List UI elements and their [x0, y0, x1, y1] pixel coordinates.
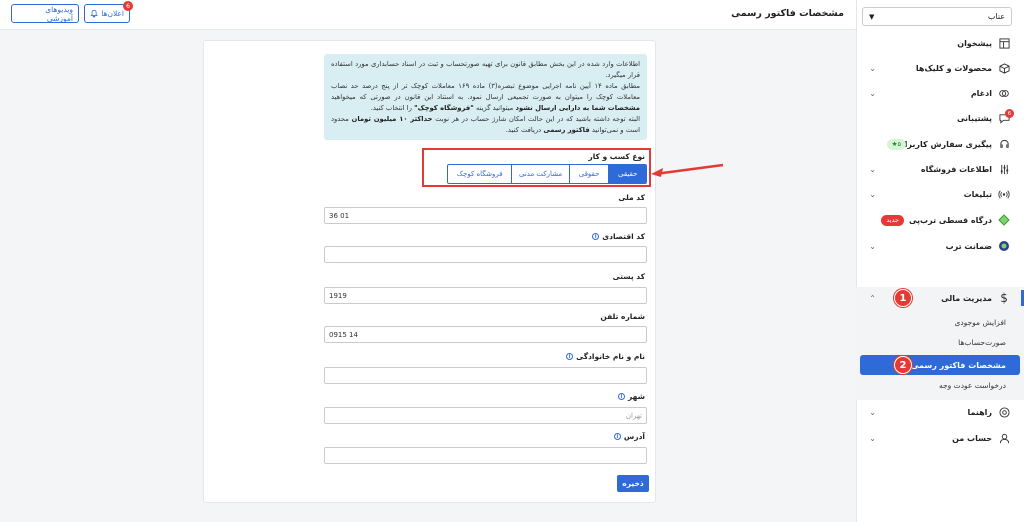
save-button[interactable]: ذخیره — [617, 475, 649, 492]
user-icon — [998, 432, 1010, 444]
step-marker-2: 2 — [894, 356, 912, 374]
page-title: مشخصات فاکتور رسمی — [731, 8, 844, 19]
city-label: شهر i — [618, 392, 645, 401]
phone-label: شماره تلفن — [600, 312, 645, 321]
chevron-up-icon: ⌃ — [869, 293, 876, 303]
dollar-icon: $ — [1000, 291, 1008, 305]
sidebar-item-ads[interactable]: تبلیغات ⌄ — [856, 183, 1024, 205]
business-type-real[interactable]: حقیقی — [608, 165, 646, 183]
business-type-legal[interactable]: حقوقی — [568, 165, 609, 183]
sidebar-item-merge[interactable]: ادغام ⌄ — [856, 82, 1024, 104]
address-label: آدرس i — [613, 432, 645, 441]
info-icon[interactable]: i — [618, 393, 625, 400]
shop-select[interactable]: عناب ▼ — [862, 7, 1012, 26]
bell-icon — [90, 9, 98, 18]
invoice-form-card: اطلاعات وارد شده در این بخش مطابق قانون … — [203, 40, 724, 503]
chevron-down-icon: ⌄ — [869, 63, 876, 73]
address-input[interactable] — [324, 447, 647, 464]
sidebar-subitem-refund[interactable]: درخواست عودت وجه — [939, 381, 1006, 390]
red-arrow-icon — [651, 163, 724, 177]
city-input[interactable]: تهران — [324, 407, 647, 424]
sidebar-item-torob-guarantee[interactable]: ضمانت ترب ⌄ — [856, 235, 1024, 257]
tutorial-videos-button[interactable]: ویدیوهای آموزشی — [11, 4, 79, 23]
national-id-label: کد ملی — [618, 193, 645, 202]
economic-code-input[interactable] — [324, 246, 647, 263]
sidebar-subitem-official-invoice[interactable]: مشخصات فاکتور رسمی — [860, 355, 1020, 375]
business-type-civil-partnership[interactable]: مشارکت مدنی — [511, 165, 568, 183]
business-type-selector: حقیقی حقوقی مشارکت مدنی فروشگاه کوچک — [447, 164, 647, 184]
sliders-icon — [998, 163, 1010, 175]
announcements-count-badge: 6 — [123, 1, 133, 11]
layout-icon — [998, 37, 1010, 49]
sidebar-item-account[interactable]: حساب من ⌄ — [856, 427, 1024, 449]
shield-icon — [998, 240, 1010, 252]
lifebuoy-icon — [998, 406, 1010, 418]
chevron-down-icon: ⌄ — [869, 433, 876, 443]
broadcast-icon — [998, 188, 1010, 200]
sidebar-subitem-invoices[interactable]: صورت‌حساب‌ها — [958, 338, 1006, 347]
new-pill: جدید — [881, 214, 904, 226]
chevron-down-icon: ⌄ — [869, 88, 876, 98]
economic-code-label: کد اقتصادی i — [592, 232, 645, 241]
sidebar-item-support[interactable]: 6 پشتیبانی — [856, 107, 1024, 129]
info-icon[interactable]: i — [613, 433, 621, 440]
sidebar-item-finance[interactable]: $ مدیریت مالی ⌃ — [856, 287, 1024, 309]
sidebar: عناب ▼ پیشخوان محصولات و کلیک‌ها ⌄ ادغام… — [856, 0, 1024, 522]
diamond-icon — [998, 214, 1010, 226]
postal-code-label: کد پستی — [612, 272, 645, 281]
info-notice: اطلاعات وارد شده در این بخش مطابق قانون … — [324, 54, 647, 140]
sidebar-item-products[interactable]: محصولات و کلیک‌ها ⌄ — [856, 57, 1024, 79]
chevron-down-icon: ⌄ — [869, 189, 876, 199]
chevron-down-icon: ⌄ — [869, 164, 876, 174]
headset-icon — [998, 138, 1010, 150]
chevron-down-icon: ⌄ — [869, 407, 876, 417]
box-icon — [998, 62, 1010, 74]
info-icon[interactable]: i — [566, 353, 574, 360]
sidebar-item-installment-gateway[interactable]: درگاه قسطی ترب‌پی جدید — [856, 209, 1024, 231]
rating-pill: ۵★ — [886, 138, 906, 150]
merge-icon — [998, 87, 1010, 99]
postal-code-input[interactable]: 1919 — [324, 287, 647, 304]
business-type-label: نوع کسب و کار — [588, 152, 645, 161]
chevron-down-icon: ⌄ — [869, 241, 876, 251]
full-name-input[interactable] — [324, 367, 647, 384]
business-type-small-shop[interactable]: فروشگاه کوچک — [448, 165, 511, 183]
support-count-badge: 6 — [1005, 109, 1014, 118]
sidebar-subitem-top-up[interactable]: افزایش موجودی — [954, 318, 1006, 327]
sidebar-item-dashboard[interactable]: پیشخوان — [856, 32, 1024, 54]
top-bar: مشخصات فاکتور رسمی اعلان‌ها 6 ویدیوهای آ… — [0, 0, 856, 30]
sidebar-item-shop-info[interactable]: اطلاعات فروشگاه ⌄ — [856, 158, 1024, 180]
full-name-label: نام و نام خانوادگی i — [566, 352, 645, 361]
phone-input[interactable]: 0915 14 — [324, 326, 647, 343]
step-marker-1: 1 — [894, 289, 912, 307]
chevron-down-icon: ▼ — [869, 12, 875, 21]
national-id-input[interactable]: 36 01 — [324, 207, 647, 224]
sidebar-item-order-tracking[interactable]: پیگیری سفارش کاربران ۵★ — [856, 133, 1024, 155]
info-icon[interactable]: i — [592, 233, 600, 240]
sidebar-item-help[interactable]: راهنما ⌄ — [856, 401, 1024, 423]
